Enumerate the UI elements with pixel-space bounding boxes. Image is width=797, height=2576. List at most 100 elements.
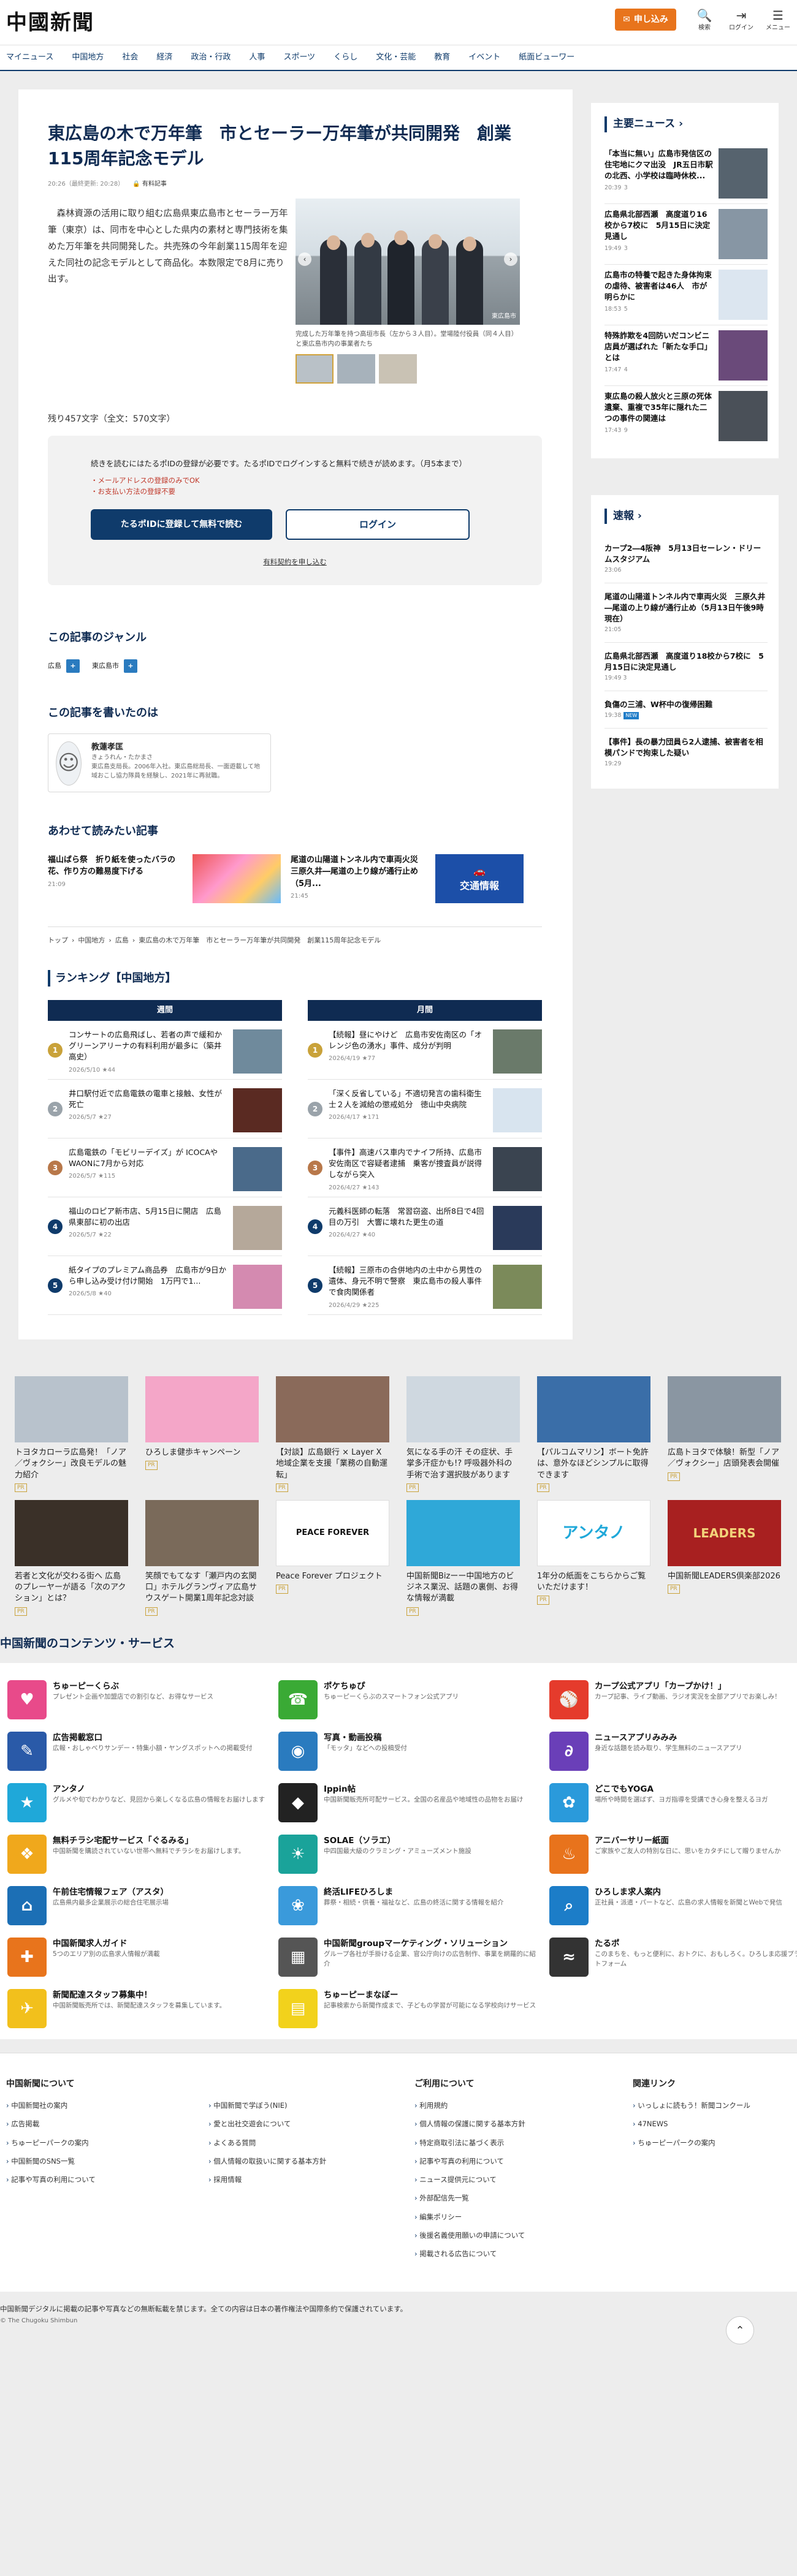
flash-item[interactable]: 広島県北部西瀬 高度道り18校から7校に 5月15日に決定見通し 19:49 3 xyxy=(604,643,768,692)
login-button[interactable]: ログイン xyxy=(286,509,470,540)
footer-link[interactable]: 愛と出社交遊会について xyxy=(208,2119,392,2129)
service-item[interactable]: ✈ 新聞配達スタッフ募集中！ 中国新聞販売所では、新聞配達スタッフを募集しています。 xyxy=(7,1989,271,2029)
register-button[interactable]: たるポIDに登録して無料で読む xyxy=(91,509,272,540)
ranking-item[interactable]: 4 元義科医師の転落 常習窃盗、出所8日で4回目の万引 大響に壊れた更生の道 202… xyxy=(308,1197,542,1257)
promo-item[interactable]: ひろしま健歩キャンペーン PR xyxy=(145,1376,259,1493)
main-news-item[interactable]: 「本当に無い」広島市発信区の住宅地にクマ出没 JR五日市駅の北西、小学校は臨時休… xyxy=(604,143,768,204)
footer-link[interactable]: いっしょに読もう！新聞コンクール xyxy=(633,2101,786,2111)
footer-link[interactable]: 中国新聞社の案内 xyxy=(6,2101,190,2111)
ranking-item[interactable]: 5 紙タイプのプレミアム商品券 広島市が9日から申し込み受け付け開始 1万円で1.… xyxy=(48,1256,282,1316)
promo-item[interactable]: 気になる手の汗 その症状、手掌多汗症かも!? 呼吸器外科の手術で治す選択肢があり… xyxy=(406,1376,520,1493)
nav-education[interactable]: 教育 xyxy=(434,51,460,64)
footer-link[interactable]: 中国新聞で学ぼう(NIE) xyxy=(208,2101,392,2111)
promo-item[interactable]: 【パルコムマリン】ボート免許は、意外なほどシンプルに取得できます PR xyxy=(537,1376,650,1493)
promo-item[interactable]: トヨタカローラ広島発！「ノア／ヴォクシー」改良モデルの魅力紹介 PR xyxy=(15,1376,128,1493)
promo-item[interactable]: 若者と文化が交わる街へ 広島のプレーヤーが語る「次のアクション」とは？ PR xyxy=(15,1499,128,1616)
ranking-item[interactable]: 2 「深く反省している」不適切発言の歯科衛生士２人を減給の懲戒処分 徳山中央病院 2… xyxy=(308,1080,542,1139)
main-news-item[interactable]: 広島市の特養で起きた身体拘束の虐待、被害者は46人 市が明らかに 18:53 5 xyxy=(604,265,768,325)
footer-link[interactable]: 採用情報 xyxy=(208,2175,392,2185)
flash-item[interactable]: 【事件】長の暴力団員ら2人逮捕、被害者を相模パンドで拘束した疑い 19:29 xyxy=(604,729,768,776)
flash-item[interactable]: 負傷の三浦、W杯中の復帰困難 19:38 NEW xyxy=(604,691,768,729)
site-logo[interactable]: 中國新聞 xyxy=(6,7,94,39)
ranking-item[interactable]: 2 井口駅付近で広島電鉄の電車と接触、女性が死亡 2026/5/7 ★27 xyxy=(48,1080,282,1139)
footer-link[interactable]: 記事や写真の利用について xyxy=(414,2156,611,2167)
related-item[interactable]: 尾道の山陽道トンネル内で車両火災 三原久井―尾道の上り線が通行止め（5月... 2… xyxy=(291,854,524,903)
service-item[interactable]: ★ アンタノ グルメや旬でわかりなど、見回から楽しくなる広島の情報をお届けします xyxy=(7,1783,271,1823)
ranking-item[interactable]: 4 福山のロピア新市店、5月15日に開店 広島県東部に初の出店 2026/5/7 ★… xyxy=(48,1197,282,1257)
nav-culture[interactable]: 文化・芸能 xyxy=(376,51,425,64)
service-item[interactable]: ▦ 中国新聞groupマーケティング・ソリューション グループ各社が手掛ける企業、官… xyxy=(278,1938,542,1977)
footer-link[interactable]: 利用規約 xyxy=(414,2101,611,2111)
main-news-item[interactable]: 東広島の殺人放火と三原の死体遺棄、重複で35年に隠れた二つの事件の関連は 17:4… xyxy=(604,386,768,446)
breadcrumb-item[interactable]: 中国地方 xyxy=(78,936,105,946)
nav-personnel[interactable]: 人事 xyxy=(249,51,275,64)
promo-item[interactable]: アンタノ 1年分の紙面をこちらからご覧いただけます！ PR xyxy=(537,1499,650,1616)
tab-weekly[interactable]: 週間 xyxy=(48,1000,282,1021)
photo-thumbnail[interactable] xyxy=(296,354,334,384)
follow-plus-icon[interactable]: + xyxy=(124,659,137,673)
search-button[interactable]: 🔍 検索 xyxy=(690,7,719,32)
nav-economy[interactable]: 経済 xyxy=(156,51,182,64)
tab-monthly[interactable]: 月間 xyxy=(308,1000,542,1021)
breadcrumb-item[interactable]: 広島 xyxy=(115,936,129,946)
service-item[interactable]: ∂ ニュースアプリみみみ 身近な話題を読み取り、学生無料のニュースアプリ xyxy=(549,1732,797,1771)
service-item[interactable]: ☎ ポケちゅぴ ちゅーピーくらぶのスマートフォン公式アプリ xyxy=(278,1680,542,1720)
footer-link[interactable]: よくある質問 xyxy=(208,2138,392,2148)
next-photo-button[interactable]: › xyxy=(504,252,517,267)
subscribe-button[interactable]: ✉ 申し込み xyxy=(615,9,676,31)
footer-link[interactable]: 個人情報の保護に関する基本方針 xyxy=(414,2119,611,2129)
nav-chugoku[interactable]: 中国地方 xyxy=(72,51,113,64)
promo-item[interactable]: 笑顔でもてなす「瀬戸内の玄関口」ホテルグランヴィア広島サウスゲート開業1周年記念… xyxy=(145,1499,259,1616)
service-item[interactable]: ✎ 広告掲載窓口 広報・おしゃべりサンデー・特集小額・ヤングスポットへの掲載受付 xyxy=(7,1732,271,1771)
nav-society[interactable]: 社会 xyxy=(122,51,148,64)
nav-viewer[interactable]: 紙面ビューワー xyxy=(519,51,584,64)
prev-photo-button[interactable]: ‹ xyxy=(298,252,311,267)
main-photo[interactable]: ‹ › 東広島市 xyxy=(296,199,520,325)
ranking-item[interactable]: 5 【続報】三原市の合併地内の土中から男性の遺体、身元不明で警察 東広島市の殺人事… xyxy=(308,1256,542,1316)
nav-life[interactable]: くらし xyxy=(334,51,367,64)
photo-thumbnail[interactable] xyxy=(379,354,417,384)
service-item[interactable]: ≈ たるポ このまちを、もっと便利に、おトクに、おもしろく。ひろしま応援プラットフォ… xyxy=(549,1938,797,1977)
promo-item[interactable]: 【対談】広島銀行 × Layer X 地域企業を支援「業務の自動運転」 PR xyxy=(276,1376,389,1493)
nav-my-news[interactable]: マイニュース xyxy=(6,51,63,64)
flash-news-heading[interactable]: 速報 › xyxy=(604,508,768,524)
nav-politics[interactable]: 政治・行政 xyxy=(191,51,240,64)
main-news-item[interactable]: 広島県北部西瀬 高度道り16校から7校に 5月15日に決定見通し 19:49 3 xyxy=(604,204,768,265)
service-item[interactable]: ✚ 中国新聞求人ガイド 5つのエリア別の広島求人情報が満載 xyxy=(7,1938,271,1977)
ranking-item[interactable]: 3 広島電鉄の「モビリーデイズ」が ICOCAやWAONに7月から対応 2026/5… xyxy=(48,1138,282,1198)
footer-link[interactable]: 記事や写真の利用について xyxy=(6,2175,190,2185)
footer-link[interactable]: ニュース提供元について xyxy=(414,2175,611,2185)
author-card[interactable]: ☺ 教蓮孝匡 きょうれん・たかまさ 東広島支局長。2006年入社。東広島総局長、… xyxy=(48,733,271,792)
service-item[interactable]: ❖ 無料チラシ宅配サービス「ぐるみる」 中国新聞を購読されていない世帯へ無料でチラシ… xyxy=(7,1835,271,1874)
scroll-top-button[interactable]: ⌃ xyxy=(726,2316,754,2344)
footer-link[interactable]: 編集ポリシー xyxy=(414,2212,611,2222)
ranking-item[interactable]: 1 【続報】昼にやけど 広島市安佐南区の「オレンジ色の湧水」事件、成分が判明 202… xyxy=(308,1021,542,1080)
footer-link[interactable]: 中国新聞のSNS一覧 xyxy=(6,2156,190,2167)
footer-link[interactable]: 後援名義使用願いの申請について xyxy=(414,2230,611,2241)
service-item[interactable]: ♨ アニバーサリー紙面 ご家族やご友人の特別な日に、思いをカタチにして贈りませんか xyxy=(549,1835,797,1874)
service-item[interactable]: ▤ ちゅーピーまなぼー 記事検索から新聞作成まで、子どもの学習が可能になる学校向けサ… xyxy=(278,1989,542,2029)
footer-link[interactable]: 特定商取引法に基づく表示 xyxy=(414,2138,611,2148)
footer-link[interactable]: ちゅーピーパークの案内 xyxy=(6,2138,190,2148)
nav-events[interactable]: イベント xyxy=(468,51,510,64)
genre-tag[interactable]: 広島 + xyxy=(48,659,80,673)
service-item[interactable]: ◆ Ippin帖 中国新聞販売所可配サービス。全国の名産品や地域性の品物をお届け xyxy=(278,1783,542,1823)
main-news-heading[interactable]: 主要ニュース › xyxy=(604,116,768,132)
flash-item[interactable]: カープ2―4阪神 5月13日セーレン・ドリームスタジアム 23:06 xyxy=(604,535,768,584)
service-item[interactable]: ⚾ カープ公式アプリ「カープかけ！」 カープ記事、ライブ動画、ラジオ実況を全部アプリ… xyxy=(549,1680,797,1720)
promo-item[interactable]: LEADERS 中国新聞LEADERS倶楽部2026 PR xyxy=(668,1499,781,1616)
service-item[interactable]: ⌂ 午前住宅情報フェア（アスタ） 広島県内最多企業展示の総合住宅展示場 xyxy=(7,1886,271,1926)
footer-link[interactable]: 47NEWS xyxy=(633,2119,786,2129)
service-item[interactable]: ♥ ちゅーピーくらぶ プレゼント企画や加盟店での割引など、お得なサービス xyxy=(7,1680,271,1720)
nav-sports[interactable]: スポーツ xyxy=(283,51,325,64)
service-item[interactable]: ✿ どこでもYOGA 場所や時間を選ばず、ヨガ指導を受講でき心身を整えるヨガ xyxy=(549,1783,797,1823)
follow-plus-icon[interactable]: + xyxy=(66,659,80,673)
footer-link[interactable]: ちゅーピーパークの案内 xyxy=(633,2138,786,2148)
main-news-item[interactable]: 特殊詐欺を4回防いだコンビニ店員が選ばれた「新たな手口」とは 17:47 4 xyxy=(604,325,768,386)
menu-button[interactable]: ☰ メニュー xyxy=(764,7,792,32)
genre-tag[interactable]: 東広島市 + xyxy=(92,659,137,673)
ranking-item[interactable]: 1 コンサートの広島飛ばし、若者の声で緩和か グリーンアリーナの有料利用が最多に（… xyxy=(48,1021,282,1080)
footer-link[interactable]: 広告掲載 xyxy=(6,2119,190,2129)
service-item[interactable]: ◉ 写真・動画投稿 「モッタ」などへの投稿受付 xyxy=(278,1732,542,1771)
photo-thumbnail[interactable] xyxy=(337,354,375,384)
